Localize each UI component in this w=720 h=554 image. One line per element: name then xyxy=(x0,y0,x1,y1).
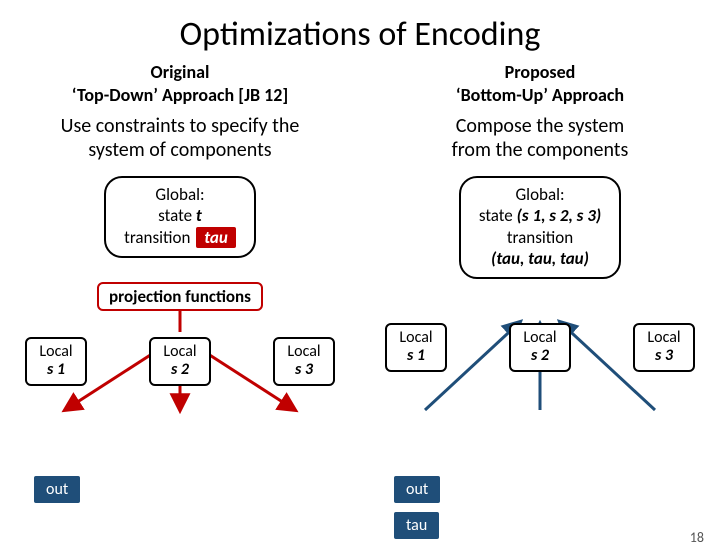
columns: Original ‘Top-Down’ Approach [JB 12] Use… xyxy=(0,61,720,386)
local-title: Local xyxy=(287,342,320,361)
left-desc-line1: Use constraints to specify the xyxy=(61,114,300,138)
left-global-l1: Global: xyxy=(124,184,236,205)
right-global-l3b: (tau, tau, tau) xyxy=(491,248,589,269)
slide-number: 18 xyxy=(690,529,704,546)
local-state: s 1 xyxy=(47,360,65,379)
left-global-l2: state t xyxy=(124,205,236,226)
local-state: s 3 xyxy=(655,346,673,365)
left-global-tau: tau xyxy=(196,227,236,248)
left-desc: Use constraints to specify the system of… xyxy=(61,114,300,162)
left-subtitle: Original ‘Top-Down’ Approach [JB 12] xyxy=(72,61,289,106)
right-global-l2: state (s 1, s 2, s 3) xyxy=(479,205,601,226)
right-desc-line1: Compose the system xyxy=(456,114,625,138)
right-locals-row: Local s 1 Local s 2 Local s 3 xyxy=(385,323,695,372)
right-desc-line2: from the components xyxy=(452,138,629,162)
right-global-l3: transition (tau, tau, tau) xyxy=(479,227,601,270)
left-locals-row: Local s 1 Local s 2 Local s 3 xyxy=(25,337,335,386)
local-title: Local xyxy=(647,328,680,347)
right-local-2: Local s 2 xyxy=(509,323,571,372)
right-global-l3a: transition xyxy=(507,227,573,248)
right-out-pill: out xyxy=(394,476,440,503)
right-column: Proposed ‘Bottom-Up’ Approach Compose th… xyxy=(360,61,720,386)
left-global-l2b: t xyxy=(196,205,202,226)
local-state: s 2 xyxy=(531,346,549,365)
local-title: Local xyxy=(523,328,556,347)
left-local-3: Local s 3 xyxy=(273,337,335,386)
left-global-l3a: transition xyxy=(124,227,194,248)
local-title: Local xyxy=(399,328,432,347)
left-local-1: Local s 1 xyxy=(25,337,87,386)
right-local-3: Local s 3 xyxy=(633,323,695,372)
right-global-box: Global: state (s 1, s 2, s 3) transition… xyxy=(459,176,621,279)
local-state: s 1 xyxy=(407,346,425,365)
right-local-1: Local s 1 xyxy=(385,323,447,372)
left-global-box: Global: state t transition tau xyxy=(104,176,256,258)
left-desc-line2: system of components xyxy=(88,138,271,162)
left-subtitle-line1: Original xyxy=(151,61,210,83)
left-column: Original ‘Top-Down’ Approach [JB 12] Use… xyxy=(0,61,360,386)
left-local-2: Local s 2 xyxy=(149,337,211,386)
right-subtitle-line2: ‘Bottom-Up’ Approach xyxy=(456,84,624,106)
right-global-l2b: (s 1, s 2, s 3) xyxy=(517,205,602,226)
local-title: Local xyxy=(163,342,196,361)
right-global-l2a: state xyxy=(479,205,517,226)
left-global-l2a: state xyxy=(158,205,196,226)
left-global-l3: transition tau xyxy=(124,227,236,248)
right-subtitle: Proposed ‘Bottom-Up’ Approach xyxy=(456,61,624,106)
right-global-l1: Global: xyxy=(479,184,601,205)
projection-functions-label: projection functions xyxy=(97,282,263,311)
left-subtitle-line2: ‘Top-Down’ Approach [JB 12] xyxy=(72,84,289,106)
right-desc: Compose the system from the components xyxy=(452,114,629,162)
local-title: Local xyxy=(39,342,72,361)
slide-title: Optimizations of Encoding xyxy=(0,14,720,55)
right-tau-pill: tau xyxy=(394,512,439,539)
left-out-pill: out xyxy=(34,476,80,503)
local-state: s 2 xyxy=(171,360,189,379)
local-state: s 3 xyxy=(295,360,313,379)
right-subtitle-line1: Proposed xyxy=(505,61,576,83)
